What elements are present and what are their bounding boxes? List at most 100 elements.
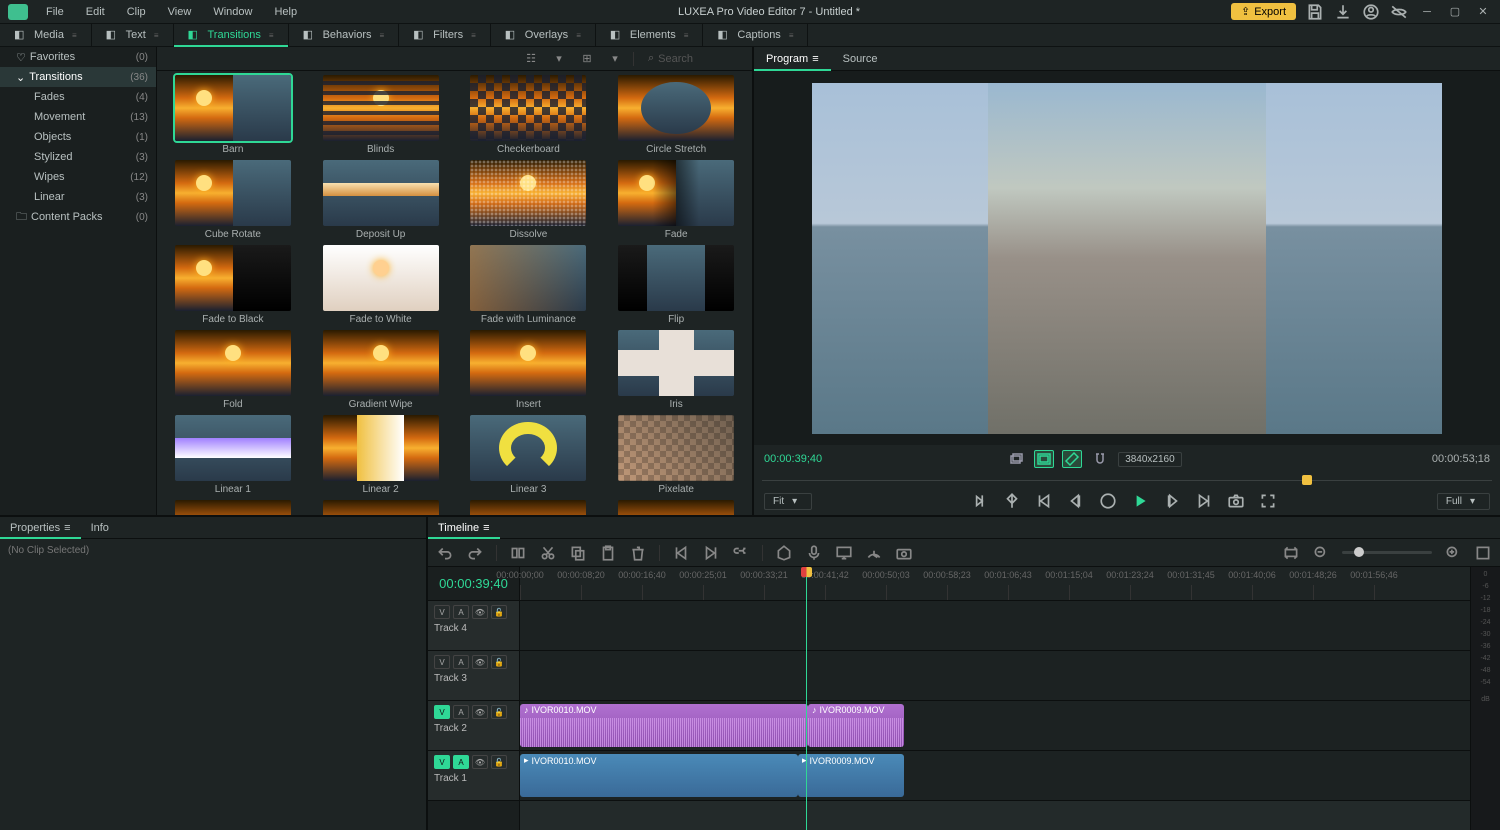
expand-tracks-button[interactable]	[1474, 544, 1492, 562]
sidebar-favorites[interactable]: ♡Favorites(0)	[0, 47, 156, 67]
transition-item[interactable]	[161, 500, 305, 515]
zoom-slider[interactable]	[1342, 551, 1432, 554]
transition-item[interactable]	[457, 500, 601, 515]
save-icon[interactable]	[1306, 3, 1324, 21]
tab-text[interactable]: ◧Text≡	[92, 24, 174, 46]
track-video-toggle[interactable]: V	[434, 755, 450, 769]
timeline-ruler[interactable]: 00:00:00;0000:00:08;2000:00:16;4000:00:2…	[520, 567, 1470, 601]
hamburger-icon[interactable]: ≡	[684, 31, 689, 40]
track-audio-toggle[interactable]: A	[453, 755, 469, 769]
link-button[interactable]	[732, 544, 750, 562]
undo-button[interactable]	[436, 544, 454, 562]
close-button[interactable]: ✕	[1474, 3, 1492, 21]
tab-overlays[interactable]: ◧Overlays≡	[491, 24, 596, 46]
sort-button[interactable]: ☷	[521, 51, 541, 67]
redo-button[interactable]	[466, 544, 484, 562]
timeline-tab[interactable]: Timeline≡	[428, 517, 500, 538]
track-visible-toggle[interactable]: 👁	[472, 755, 488, 769]
tab-transitions[interactable]: ◧Transitions≡	[174, 24, 289, 46]
props-tab-properties[interactable]: Properties≡	[0, 517, 81, 538]
hamburger-icon[interactable]: ≡	[269, 31, 274, 40]
clip-ivor0009-mov[interactable]: ♪IVOR0009.MOV	[808, 704, 904, 747]
transition-barn[interactable]: Barn	[161, 75, 305, 156]
safe-zone-button[interactable]	[1034, 450, 1054, 468]
menu-file[interactable]: File	[36, 3, 74, 21]
track-head-track-2[interactable]: VA👁🔓Track 2	[428, 701, 519, 751]
magnet-icon[interactable]	[1090, 450, 1110, 468]
track-lane-track-4[interactable]	[520, 601, 1470, 651]
menu-edit[interactable]: Edit	[76, 3, 115, 21]
sidebar-content-packs[interactable]: 🗀Content Packs(0)	[0, 207, 156, 227]
transition-deposit-up[interactable]: Deposit Up	[309, 160, 453, 241]
sidebar-movement[interactable]: Movement(13)	[0, 107, 156, 127]
transition-iris[interactable]: Iris	[604, 330, 748, 411]
track-lock-toggle[interactable]: 🔓	[491, 605, 507, 619]
clip-ivor0010-mov[interactable]: ♪IVOR0010.MOV	[520, 704, 808, 747]
sidebar-linear[interactable]: Linear(3)	[0, 187, 156, 207]
transition-item[interactable]	[309, 500, 453, 515]
mark-out-button[interactable]	[1003, 492, 1021, 510]
transition-fold[interactable]: Fold	[161, 330, 305, 411]
scrubber-handle[interactable]	[1302, 475, 1312, 485]
transition-linear-1[interactable]: Linear 1	[161, 415, 305, 496]
hamburger-icon[interactable]: ≡	[64, 522, 70, 534]
menu-clip[interactable]: Clip	[117, 3, 156, 21]
track-visible-toggle[interactable]: 👁	[472, 655, 488, 669]
track-lock-toggle[interactable]: 🔓	[491, 755, 507, 769]
transition-fade[interactable]: Fade	[604, 160, 748, 241]
transition-fade-to-black[interactable]: Fade to Black	[161, 245, 305, 326]
delete-button[interactable]	[629, 544, 647, 562]
track-audio-toggle[interactable]: A	[453, 605, 469, 619]
track-head-track-4[interactable]: VA👁🔓Track 4	[428, 601, 519, 651]
transition-checkerboard[interactable]: Checkerboard	[457, 75, 601, 156]
sidebar-stylized[interactable]: Stylized(3)	[0, 147, 156, 167]
speed-button[interactable]	[865, 544, 883, 562]
search-input[interactable]: ⌕ Search	[642, 50, 742, 67]
export-button[interactable]: ⇪ Export	[1231, 3, 1296, 20]
minimize-button[interactable]: ─	[1418, 3, 1436, 21]
menu-view[interactable]: View	[158, 3, 202, 21]
transition-insert[interactable]: Insert	[457, 330, 601, 411]
clip-ivor0010-mov[interactable]: ▸IVOR0010.MOV	[520, 754, 798, 797]
transition-flip[interactable]: Flip	[604, 245, 748, 326]
tab-filters[interactable]: ◧Filters≡	[399, 24, 491, 46]
sidebar-fades[interactable]: Fades(4)	[0, 87, 156, 107]
track-lane-track-1[interactable]: ▸IVOR0010.MOV▸IVOR0009.MOV	[520, 751, 1470, 801]
tl-go-end-button[interactable]	[702, 544, 720, 562]
camera-button[interactable]	[895, 544, 913, 562]
maximize-button[interactable]: ▢	[1446, 3, 1464, 21]
visibility-icon[interactable]	[1390, 3, 1408, 21]
hamburger-icon[interactable]: ≡	[471, 31, 476, 40]
mark-in-button[interactable]	[971, 492, 989, 510]
track-lane-track-2[interactable]: ♪IVOR0010.MOV♪IVOR0009.MOV	[520, 701, 1470, 751]
paste-button[interactable]	[599, 544, 617, 562]
transition-gradient-wipe[interactable]: Gradient Wipe	[309, 330, 453, 411]
tl-go-start-button[interactable]	[672, 544, 690, 562]
track-head-track-3[interactable]: VA👁🔓Track 3	[428, 651, 519, 701]
preview-tab-program[interactable]: Program≡	[754, 47, 831, 70]
track-video-toggle[interactable]: V	[434, 605, 450, 619]
view-grid-button[interactable]: ⊞	[577, 51, 597, 67]
transition-circle-stretch[interactable]: Circle Stretch	[604, 75, 748, 156]
next-frame-button[interactable]	[1163, 492, 1181, 510]
track-audio-toggle[interactable]: A	[453, 705, 469, 719]
sort-menu-icon[interactable]: ▾	[549, 51, 569, 67]
hamburger-icon[interactable]: ≡	[812, 53, 818, 65]
track-visible-toggle[interactable]: 👁	[472, 605, 488, 619]
props-tab-info[interactable]: Info	[81, 517, 119, 538]
sidebar-objects[interactable]: Objects(1)	[0, 127, 156, 147]
play-button[interactable]	[1131, 492, 1149, 510]
transition-fade-with-luminance[interactable]: Fade with Luminance	[457, 245, 601, 326]
transition-linear-2[interactable]: Linear 2	[309, 415, 453, 496]
ruler-toggle-button[interactable]	[1062, 450, 1082, 468]
zoom-out-button[interactable]	[1312, 544, 1330, 562]
track-video-toggle[interactable]: V	[434, 655, 450, 669]
tab-captions[interactable]: ◧Captions≡	[703, 24, 808, 46]
hamburger-icon[interactable]: ≡	[72, 31, 77, 40]
transition-blinds[interactable]: Blinds	[309, 75, 453, 156]
stop-button[interactable]	[1099, 492, 1117, 510]
hamburger-icon[interactable]: ≡	[576, 31, 581, 40]
quality-select[interactable]: Full▾	[1437, 493, 1490, 510]
clip-ivor0009-mov[interactable]: ▸IVOR0009.MOV	[798, 754, 904, 797]
track-video-toggle[interactable]: V	[434, 705, 450, 719]
